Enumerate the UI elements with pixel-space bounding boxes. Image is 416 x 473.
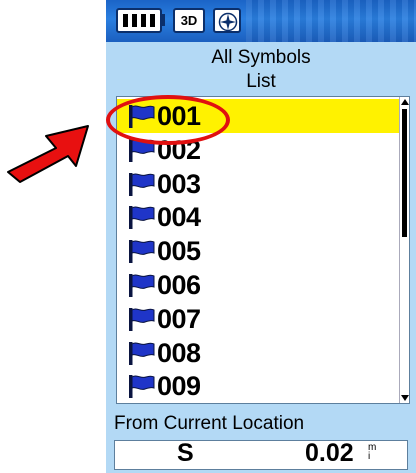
scroll-thumb[interactable] <box>402 109 407 237</box>
blue-flag-icon <box>129 172 155 196</box>
compass-icon <box>213 8 241 33</box>
blue-flag-icon <box>129 375 155 399</box>
scroll-down-arrow-icon[interactable] <box>401 395 409 401</box>
list-item[interactable]: 009 <box>117 369 399 403</box>
page-title: All Symbols List <box>106 42 416 100</box>
list-item[interactable]: 005 <box>117 234 399 268</box>
battery-terminal <box>161 14 165 26</box>
blue-flag-icon <box>129 274 155 297</box>
blue-flag-icon <box>129 206 155 230</box>
list-item-label: 007 <box>157 303 201 334</box>
status-bar: 3D <box>106 0 416 42</box>
distance-unit: m i <box>368 442 377 462</box>
device-screen: 3D All Symbols List 001 002 003 004 005 006 00… <box>106 0 416 473</box>
list-item-label: 009 <box>157 371 201 402</box>
scroll-up-arrow-icon[interactable] <box>401 99 409 105</box>
list-item-label: 003 <box>157 168 201 199</box>
scrollbar[interactable] <box>399 97 409 403</box>
distance-unit-text: m i <box>368 442 377 462</box>
list-item-label: 008 <box>157 337 201 368</box>
list-item[interactable]: 006 <box>117 268 399 302</box>
annotation-arrow <box>7 125 89 183</box>
blue-flag-icon <box>129 240 155 264</box>
page-title-line2: List <box>246 71 276 92</box>
direction-value: S <box>177 439 194 467</box>
page-title-line1: All Symbols <box>211 47 311 68</box>
list-item-label: 004 <box>157 202 201 233</box>
location-readout: S 0.02 m i <box>114 439 408 470</box>
gps-3d-icon: 3D <box>173 8 205 33</box>
list-item[interactable]: 003 <box>117 167 399 201</box>
list-item[interactable]: 007 <box>117 302 399 336</box>
list-item-label: 005 <box>157 236 201 267</box>
list-item-label: 006 <box>157 270 201 300</box>
status-bar-pattern <box>246 0 416 42</box>
list-item[interactable]: 004 <box>117 200 399 234</box>
annotation-highlight-circle <box>106 95 230 145</box>
distance-value: 0.02 <box>305 439 354 467</box>
blue-flag-icon <box>129 307 155 331</box>
blue-flag-icon <box>129 341 155 365</box>
battery-icon <box>116 8 162 33</box>
footer-label: From Current Location <box>114 413 305 434</box>
list-item[interactable]: 008 <box>117 336 399 370</box>
